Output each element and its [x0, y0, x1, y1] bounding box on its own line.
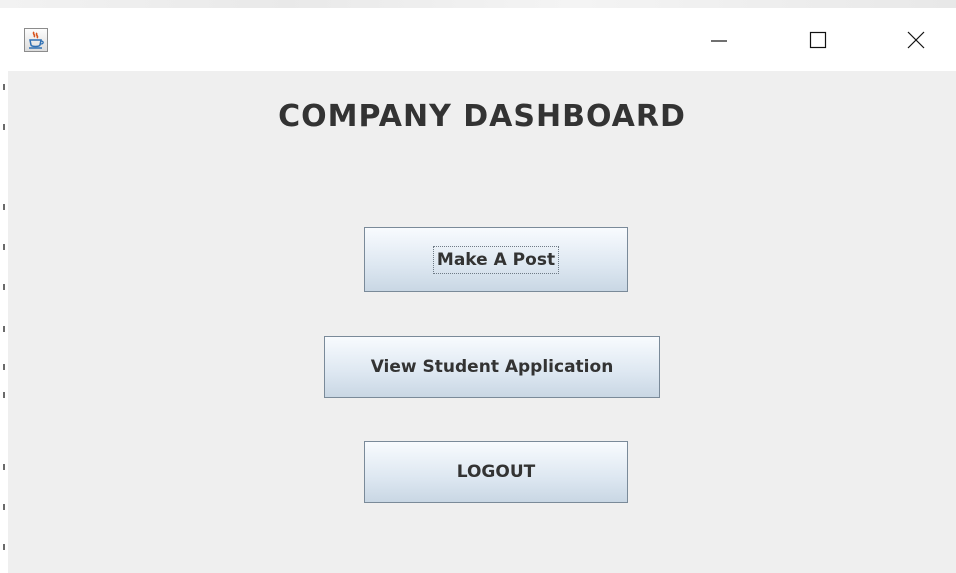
maximize-icon	[809, 31, 827, 48]
edge-mark	[3, 326, 5, 332]
make-post-button-label: Make A Post	[432, 245, 560, 274]
edge-mark	[3, 364, 5, 370]
desktop-background-strip	[0, 0, 956, 8]
java-cup-icon[interactable]	[24, 28, 48, 52]
view-student-application-button[interactable]: View Student Application	[324, 336, 660, 398]
edge-mark	[3, 544, 5, 550]
view-student-application-button-label: View Student Application	[370, 357, 614, 377]
edge-mark	[3, 392, 5, 398]
logout-button-label: LOGOUT	[456, 462, 536, 482]
desktop-left-edge	[0, 8, 8, 573]
edge-mark	[3, 504, 5, 510]
minimize-icon	[711, 39, 727, 42]
edge-mark	[3, 284, 5, 290]
maximize-button[interactable]	[787, 8, 849, 71]
edge-mark	[3, 204, 5, 210]
close-icon	[907, 31, 925, 48]
edge-mark	[3, 244, 5, 250]
edge-mark	[3, 464, 5, 470]
app-window: COMPANY DASHBOARD Make A Post View Stude…	[8, 8, 956, 573]
dashboard-panel: COMPANY DASHBOARD Make A Post View Stude…	[8, 71, 956, 573]
edge-mark	[3, 84, 5, 90]
minimize-button[interactable]	[688, 8, 750, 71]
close-button[interactable]	[885, 8, 947, 71]
edge-mark	[3, 124, 5, 130]
title-bar[interactable]	[8, 8, 956, 71]
make-post-button[interactable]: Make A Post	[364, 227, 628, 292]
page-title: COMPANY DASHBOARD	[278, 99, 686, 134]
logout-button[interactable]: LOGOUT	[364, 441, 628, 503]
